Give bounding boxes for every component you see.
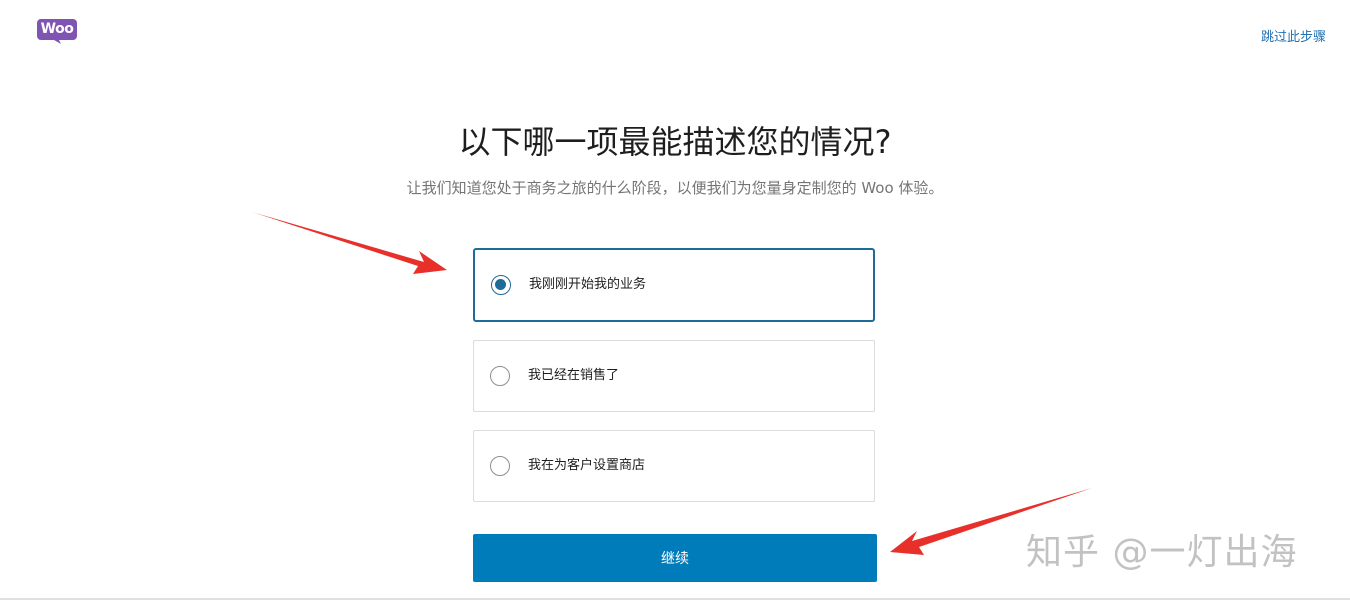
arrow-icon bbox=[252, 212, 447, 274]
option-setting-up-for-client[interactable]: 我在为客户设置商店 bbox=[473, 430, 875, 502]
radio-button-selected[interactable] bbox=[491, 275, 511, 295]
logo-text: Woo bbox=[40, 21, 74, 37]
radio-button[interactable] bbox=[490, 456, 510, 476]
skip-step-link[interactable]: 跳过此步骤 bbox=[1261, 26, 1326, 45]
radio-dot bbox=[495, 279, 506, 290]
option-label: 我已经在销售了 bbox=[528, 368, 620, 383]
option-already-selling[interactable]: 我已经在销售了 bbox=[473, 340, 875, 412]
option-label: 我刚刚开始我的业务 bbox=[529, 277, 647, 292]
onboarding-page: Woo 跳过此步骤 以下哪一项最能描述您的情况? 让我们知道您处于商务之旅的什么… bbox=[0, 0, 1350, 600]
page-title: 以下哪一项最能描述您的情况? bbox=[458, 123, 892, 161]
option-label: 我在为客户设置商店 bbox=[528, 458, 646, 473]
woo-logo: Woo bbox=[37, 19, 77, 44]
page-subtitle: 让我们知道您处于商务之旅的什么阶段，以便我们为您量身定制您的 Woo 体验。 bbox=[406, 179, 944, 197]
continue-button[interactable]: 继续 bbox=[473, 534, 877, 582]
radio-button[interactable] bbox=[490, 366, 510, 386]
watermark: 知乎 @一灯出海 bbox=[1026, 532, 1298, 573]
option-just-starting[interactable]: 我刚刚开始我的业务 bbox=[473, 248, 875, 322]
